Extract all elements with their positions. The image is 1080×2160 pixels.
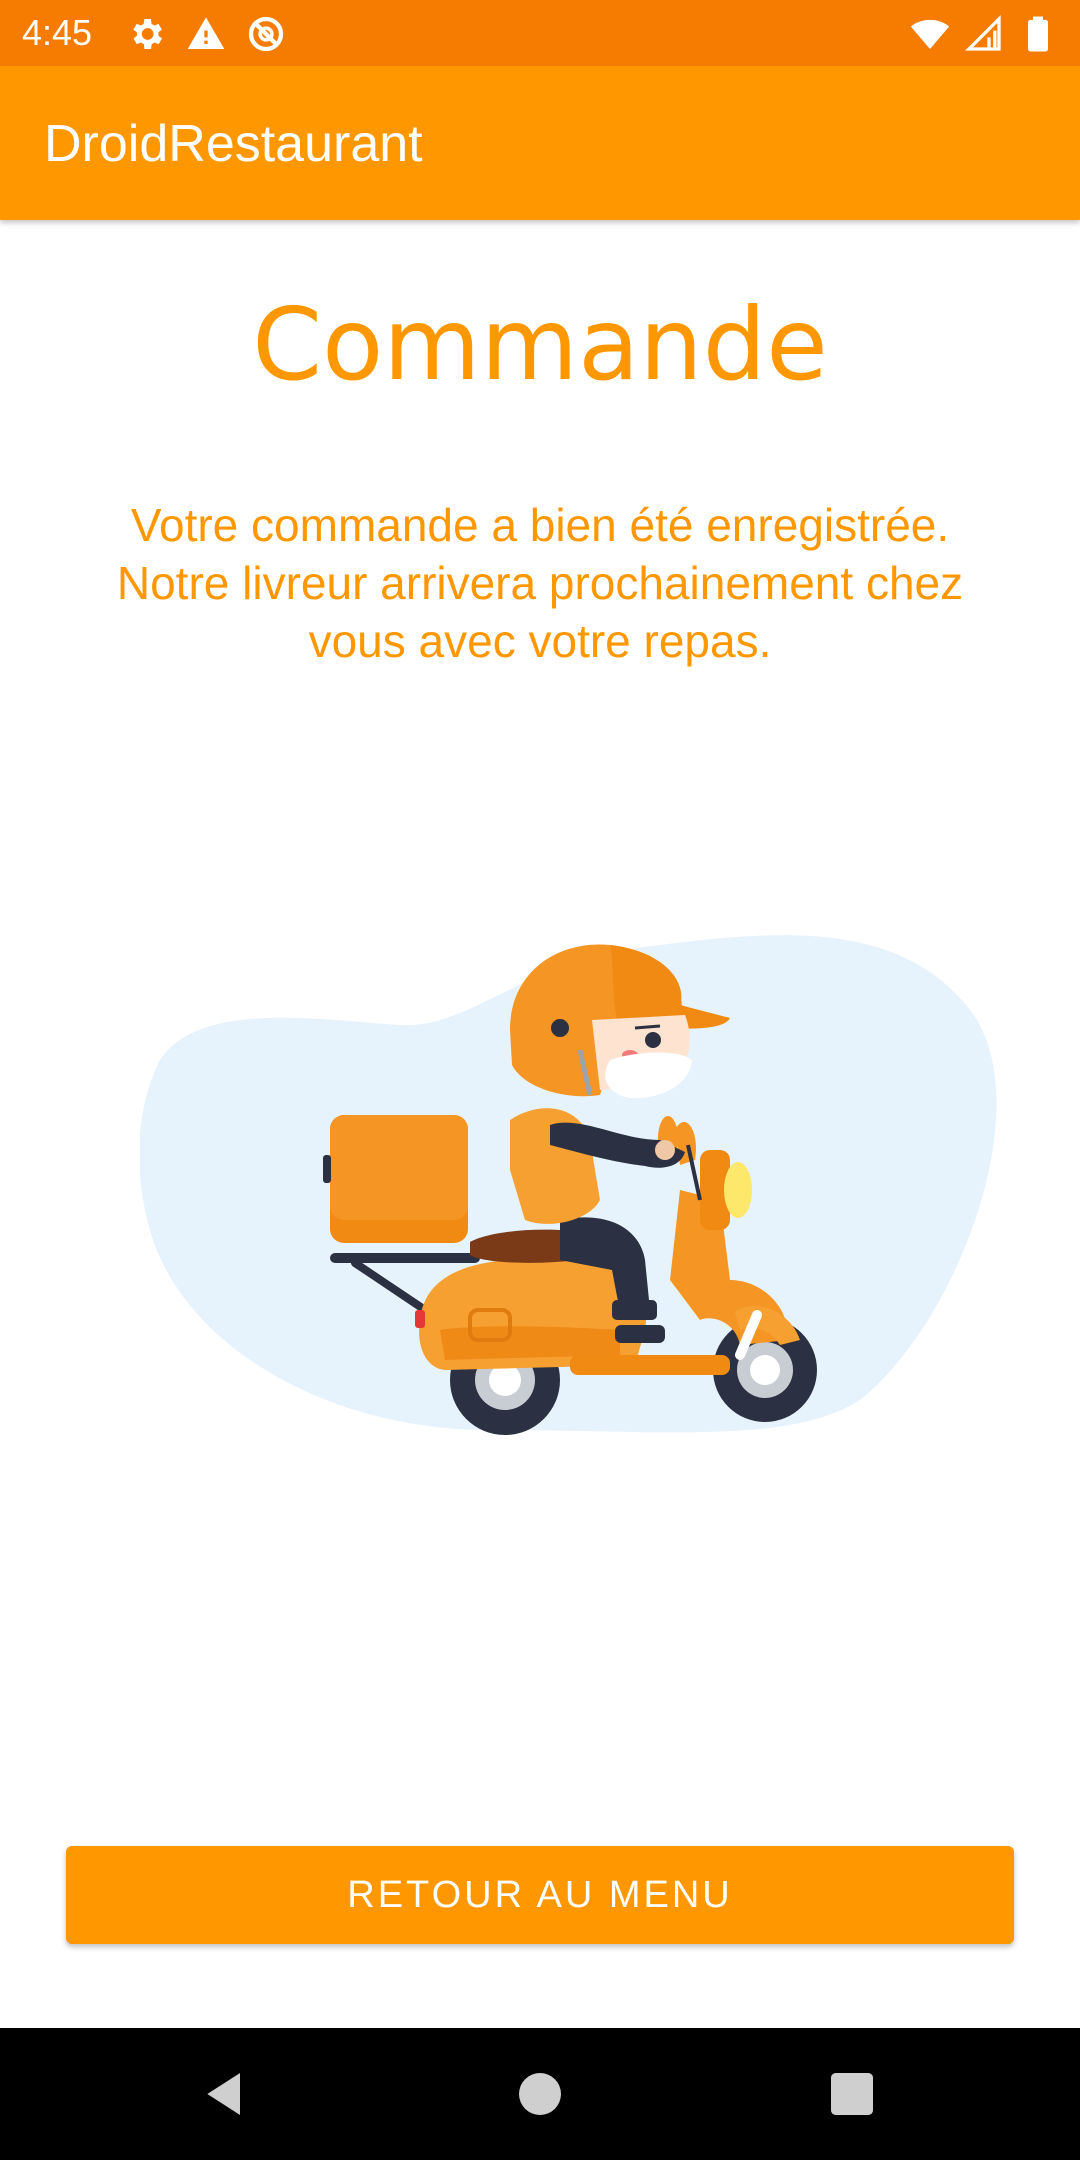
message-line-1: Votre commande a bien été enregistrée.: [130, 499, 950, 551]
status-left-icons: [126, 14, 286, 54]
do-not-disturb-icon: [248, 16, 284, 52]
back-icon[interactable]: [198, 2066, 254, 2122]
signal-icon: [964, 14, 1001, 51]
recents-icon[interactable]: [824, 2066, 880, 2122]
status-bar: 4:45: [0, 0, 1080, 66]
message-line-3: vous avec votre repas.: [308, 615, 772, 667]
confirmation-message: Votre commande a bien été enregistrée. N…: [60, 496, 1020, 670]
back-to-menu-button[interactable]: RETOUR AU MENU: [66, 1846, 1014, 1944]
status-time: 4:45: [22, 12, 93, 53]
battery-icon: [1028, 16, 1048, 52]
message-line-2: Notre livreur arrivera prochainement che…: [116, 557, 964, 609]
warning-icon: [187, 17, 225, 49]
delivery-scooter-illustration: [140, 935, 997, 1435]
wifi-icon: [910, 19, 950, 49]
app-bar: DroidRestaurant: [0, 66, 1080, 220]
system-nav-bar: [0, 2028, 1080, 2160]
gear-icon: [133, 19, 162, 49]
status-right-icons: [910, 14, 1058, 54]
page-title: Commande: [252, 286, 828, 403]
home-icon[interactable]: [512, 2066, 568, 2122]
app-title: DroidRestaurant: [44, 115, 423, 173]
